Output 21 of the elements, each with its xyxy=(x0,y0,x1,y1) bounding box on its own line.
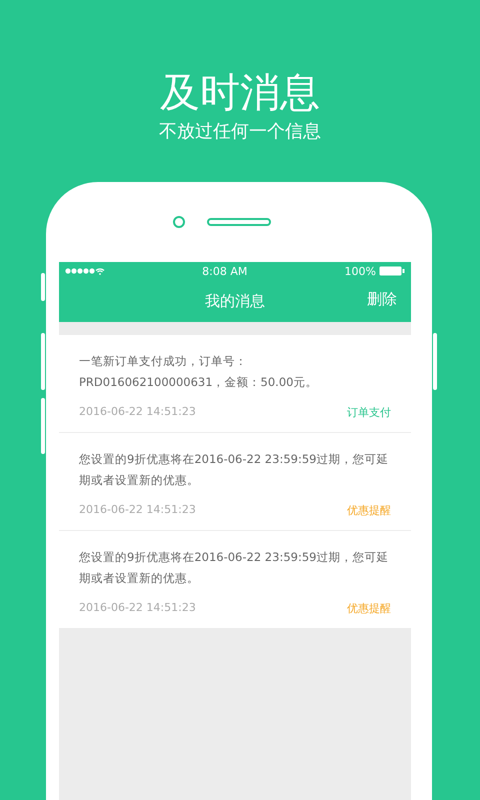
message-card[interactable]: 您设置的9折优惠将在2016-06-22 23:59:59过期，您可延期或者设置新的优惠。 2016-06-22 14:51:23 优惠提醒 xyxy=(59,433,411,530)
message-category: 订单支付 xyxy=(347,405,391,420)
message-category: 优惠提醒 xyxy=(347,601,391,616)
message-text: 一笔新订单支付成功，订单号：PRD016062100000631，金额：50.00元。 xyxy=(79,353,318,391)
nav-title: 我的消息 xyxy=(205,292,265,310)
battery-percent: 100% xyxy=(344,264,376,278)
message-text: 您设置的9折优惠将在2016-06-22 23:59:59过期，您可延期或者设置新的优惠。 xyxy=(79,451,390,489)
message-text: 您设置的9折优惠将在2016-06-22 23:59:59过期，您可延期或者设置新的优惠。 xyxy=(79,549,390,587)
headline-subtitle: 不放过任何一个信息 xyxy=(159,120,321,144)
headline-title: 及时消息 xyxy=(160,69,320,118)
message-time: 2016-06-22 14:51:23 xyxy=(79,405,196,420)
message-category: 优惠提醒 xyxy=(347,503,391,518)
message-card[interactable]: 您设置的9折优惠将在2016-06-22 23:59:59过期，您可延期或者设置新的优惠。 2016-06-22 14:51:23 优惠提醒 xyxy=(59,531,411,628)
signal-icon xyxy=(65,267,105,275)
message-card[interactable]: 一笔新订单支付成功，订单号：PRD016062100000631，金额：50.00元。 2016-06-22 14:51:23 订单支付 xyxy=(59,335,411,432)
message-time: 2016-06-22 14:51:23 xyxy=(79,503,196,518)
speaker-icon xyxy=(207,218,271,226)
camera-icon xyxy=(173,216,185,228)
status-time: 8:08 AM xyxy=(202,264,248,278)
message-time: 2016-06-22 14:51:23 xyxy=(79,601,196,616)
battery-icon xyxy=(378,266,405,276)
